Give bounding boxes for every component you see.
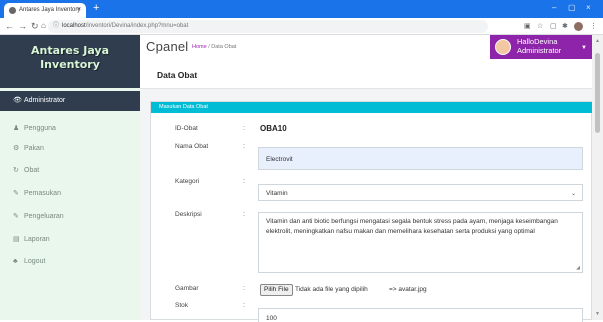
user-role: Administrator	[517, 46, 562, 55]
site-info-icon[interactable]: ⓘ	[53, 20, 59, 33]
colon: :	[243, 302, 245, 309]
user-icon: ♟	[13, 125, 20, 132]
sidebar-item-label: Pemasukan	[24, 190, 61, 197]
top-header: Cpanel Home / Data Obat HalloDevina Admi…	[140, 35, 592, 61]
file-status-text: Tidak ada file yang dipilih	[295, 286, 368, 293]
forward-arrow-icon[interactable]: →	[18, 21, 27, 31]
sidebar-item-label: Administrator	[24, 97, 66, 104]
main-content: Data Obat Masukan Data Obat ID-Obat : OB…	[140, 61, 593, 322]
brand-line-2: Inventory	[40, 58, 100, 71]
sidebar-item-obat[interactable]: ↻ Obat	[0, 161, 140, 181]
deskripsi-label: Deskripsi	[175, 211, 202, 218]
colon: :	[243, 211, 245, 218]
scrollbar-thumb[interactable]	[595, 53, 600, 133]
nama-obat-input[interactable]: Electrovit	[258, 147, 583, 170]
sidebar-item-label: Laporan	[24, 236, 50, 243]
breadcrumb: Home / Data Obat	[192, 44, 236, 50]
sidebar-item-label: Logout	[24, 258, 46, 265]
pencil-icon: ✎	[13, 190, 19, 197]
deskripsi-textarea[interactable]: Vitamin dan anti biotic berfungsi mengat…	[258, 212, 583, 273]
sidebar-item-pemasukan[interactable]: ✎ Pemasukan	[0, 184, 140, 204]
card-header: Masukan Data Obat	[151, 102, 593, 113]
scroll-up-icon[interactable]: ▲	[595, 38, 600, 44]
address-bar-row: ← → ↻ ⌂ ⓘ localhost/inventori/Devina/ind…	[0, 18, 603, 35]
colon: :	[243, 143, 245, 150]
browser-tab-bar: Antares Jaya Inventory × + – ▢ ×	[0, 0, 603, 18]
resize-handle-icon[interactable]: ◢	[576, 265, 580, 271]
brand-line-1: Antares Jaya	[30, 44, 110, 57]
browser-tab[interactable]: Antares Jaya Inventory ×	[4, 3, 86, 18]
home-icon[interactable]: ⌂	[41, 21, 46, 31]
page-title-bar: Data Obat	[140, 61, 592, 89]
breadcrumb-home-link[interactable]: Home	[192, 44, 207, 50]
reload-icon[interactable]: ↻	[31, 21, 39, 31]
eye-icon: 👁	[13, 97, 22, 104]
sidebar: Antares Jaya Inventory 👁 Administrator ♟…	[0, 35, 140, 320]
page-scrollbar[interactable]: ▲ ▼	[592, 35, 603, 320]
nama-obat-value: Electrovit	[266, 156, 293, 163]
sidebar-item-laporan[interactable]: ▤ Laporan	[0, 230, 140, 250]
gambar-label: Gambar	[175, 285, 199, 292]
sidebar-item-label: Obat	[24, 167, 40, 174]
sidebar-item-pengeluaran[interactable]: ✎ Pengeluaran	[0, 207, 140, 227]
deskripsi-value: Vitamin dan anti biotic berfungsi mengat…	[266, 218, 558, 235]
app-title: Cpanel	[146, 39, 189, 54]
back-arrow-icon[interactable]: ←	[5, 21, 14, 31]
sidebar-item-administrator[interactable]: 👁 Administrator	[0, 91, 140, 111]
url-path: /inventori/Devina/index.php?mnu=obat	[85, 23, 189, 29]
tab-title: Antares Jaya Inventory	[19, 7, 81, 13]
window-close-button[interactable]: ×	[586, 3, 591, 12]
sidebar-item-logout[interactable]: ♣ Logout	[0, 252, 140, 272]
form-card: Masukan Data Obat ID-Obat : OBA10 Nama O…	[150, 101, 593, 322]
user-menu-button[interactable]: HalloDevina Administrator ▼	[490, 35, 592, 59]
stok-label: Stok	[175, 302, 189, 309]
scroll-down-icon[interactable]: ▼	[595, 311, 600, 317]
refresh-icon: ↻	[13, 167, 19, 174]
sidebar-item-label: Pengguna	[24, 125, 56, 132]
id-obat-label: ID-Obat	[175, 125, 198, 132]
url-host: localhost	[62, 23, 86, 29]
kategori-selected-value: Vitamin	[266, 190, 288, 197]
sidebar-item-label: Pengeluaran	[24, 213, 64, 220]
user-greeting: HalloDevina	[517, 37, 558, 46]
url-input[interactable]: ⓘ localhost/inventori/Devina/index.php?m…	[48, 20, 488, 33]
sidebar-item-label: Pakan	[24, 145, 44, 152]
colon: :	[243, 125, 245, 132]
card-title: Masukan Data Obat	[159, 104, 208, 110]
colon: :	[243, 285, 245, 292]
kategori-label: Kategori	[175, 178, 200, 185]
chevron-down-icon: ⌄	[570, 191, 576, 197]
current-file-text: => avatar.jpg	[389, 286, 427, 293]
kategori-select[interactable]: Vitamin ⌄	[258, 184, 583, 201]
nama-obat-label: Nama Obat	[175, 143, 209, 150]
profile-avatar[interactable]	[574, 22, 583, 31]
sidebar-item-pengguna[interactable]: ♟ Pengguna	[0, 119, 140, 139]
new-tab-button[interactable]: +	[93, 2, 99, 14]
chevron-down-icon: ▼	[581, 45, 587, 51]
window-maximize-button[interactable]: ▢	[568, 3, 576, 12]
users-icon: ♣	[13, 258, 18, 265]
avatar	[495, 39, 511, 55]
puzzle-icon[interactable]: ✱	[562, 22, 568, 31]
extension-icon[interactable]: ▢	[550, 22, 557, 31]
favicon-icon	[9, 7, 16, 14]
gear-icon: ⚙	[13, 145, 20, 152]
layers-icon: ▤	[13, 236, 20, 243]
translate-icon[interactable]: ▣	[524, 22, 531, 31]
colon: :	[243, 178, 245, 185]
breadcrumb-current: Data Obat	[211, 44, 237, 50]
browser-menu-icon[interactable]: ⋮	[590, 22, 597, 31]
brand-logo[interactable]: Antares Jaya Inventory	[0, 35, 140, 88]
window-minimize-button[interactable]: –	[552, 3, 556, 12]
breadcrumb-separator: /	[208, 44, 210, 50]
id-obat-value: OBA10	[260, 124, 287, 133]
bookmark-star-icon[interactable]: ☆	[537, 22, 543, 31]
choose-file-button[interactable]: Pilih File	[260, 284, 293, 296]
stok-value: 100	[266, 315, 277, 322]
tab-close-icon[interactable]: ×	[77, 6, 81, 13]
page-title: Data Obat	[157, 70, 198, 80]
sidebar-item-pakan[interactable]: ⚙ Pakan	[0, 139, 140, 159]
pencil-icon: ✎	[13, 213, 19, 220]
